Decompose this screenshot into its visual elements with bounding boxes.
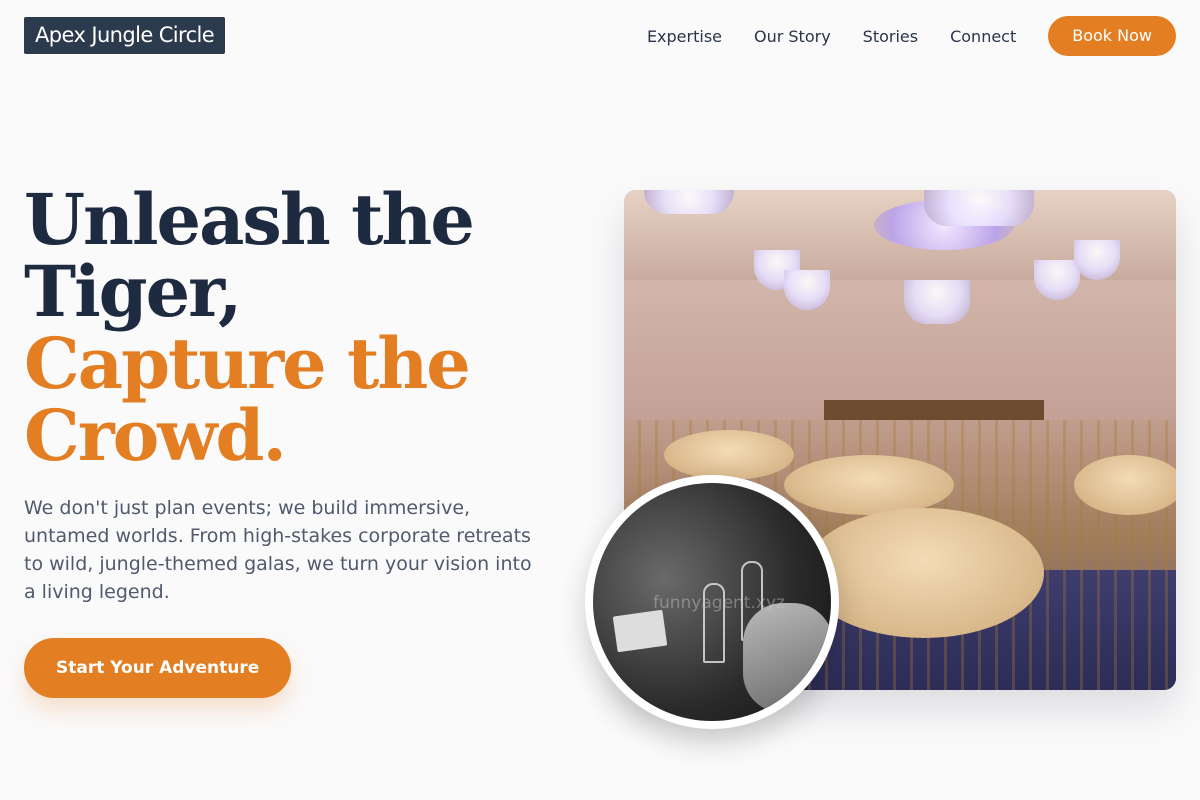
guest-photo-inset: funnyagent.xyz [585, 475, 839, 729]
top-navigation: Apex Jungle Circle Expertise Our Story S… [0, 0, 1200, 72]
hero-description: We don't just plan events; we build imme… [24, 497, 532, 603]
brand-logo[interactable]: Apex Jungle Circle [24, 17, 226, 54]
hero-title-line-4: Crowd. [24, 394, 287, 477]
ballroom-bar [824, 400, 1044, 420]
nav-link-stories[interactable]: Stories [863, 27, 918, 46]
banquet-table [664, 430, 794, 480]
nav-links: Expertise Our Story Stories Connect Book… [647, 16, 1176, 56]
ballroom-wall [624, 280, 1176, 420]
nav-link-connect[interactable]: Connect [950, 27, 1016, 46]
guest-hand [743, 603, 831, 713]
inset-watermark: funnyagent.xyz [653, 593, 785, 613]
chandelier [924, 190, 1034, 226]
hero-title-line-2: Tiger, [24, 250, 242, 333]
guests-toasting-photo: funnyagent.xyz [593, 483, 831, 721]
hero-title-line-3: Capture the [24, 322, 471, 405]
book-now-button[interactable]: Book Now [1048, 16, 1176, 56]
hero-title: Unleash the Tiger, Capture the Crowd. [24, 184, 564, 472]
chandelier [904, 280, 970, 324]
start-adventure-button[interactable]: Start Your Adventure [24, 638, 292, 698]
nav-link-expertise[interactable]: Expertise [647, 27, 722, 46]
banquet-table [784, 455, 954, 515]
place-card [612, 609, 668, 653]
hero-title-line-1: Unleash the [24, 178, 475, 261]
nav-link-our-story[interactable]: Our Story [754, 27, 831, 46]
banquet-table [1074, 455, 1176, 515]
chandelier [644, 190, 734, 214]
banquet-table [804, 508, 1044, 638]
